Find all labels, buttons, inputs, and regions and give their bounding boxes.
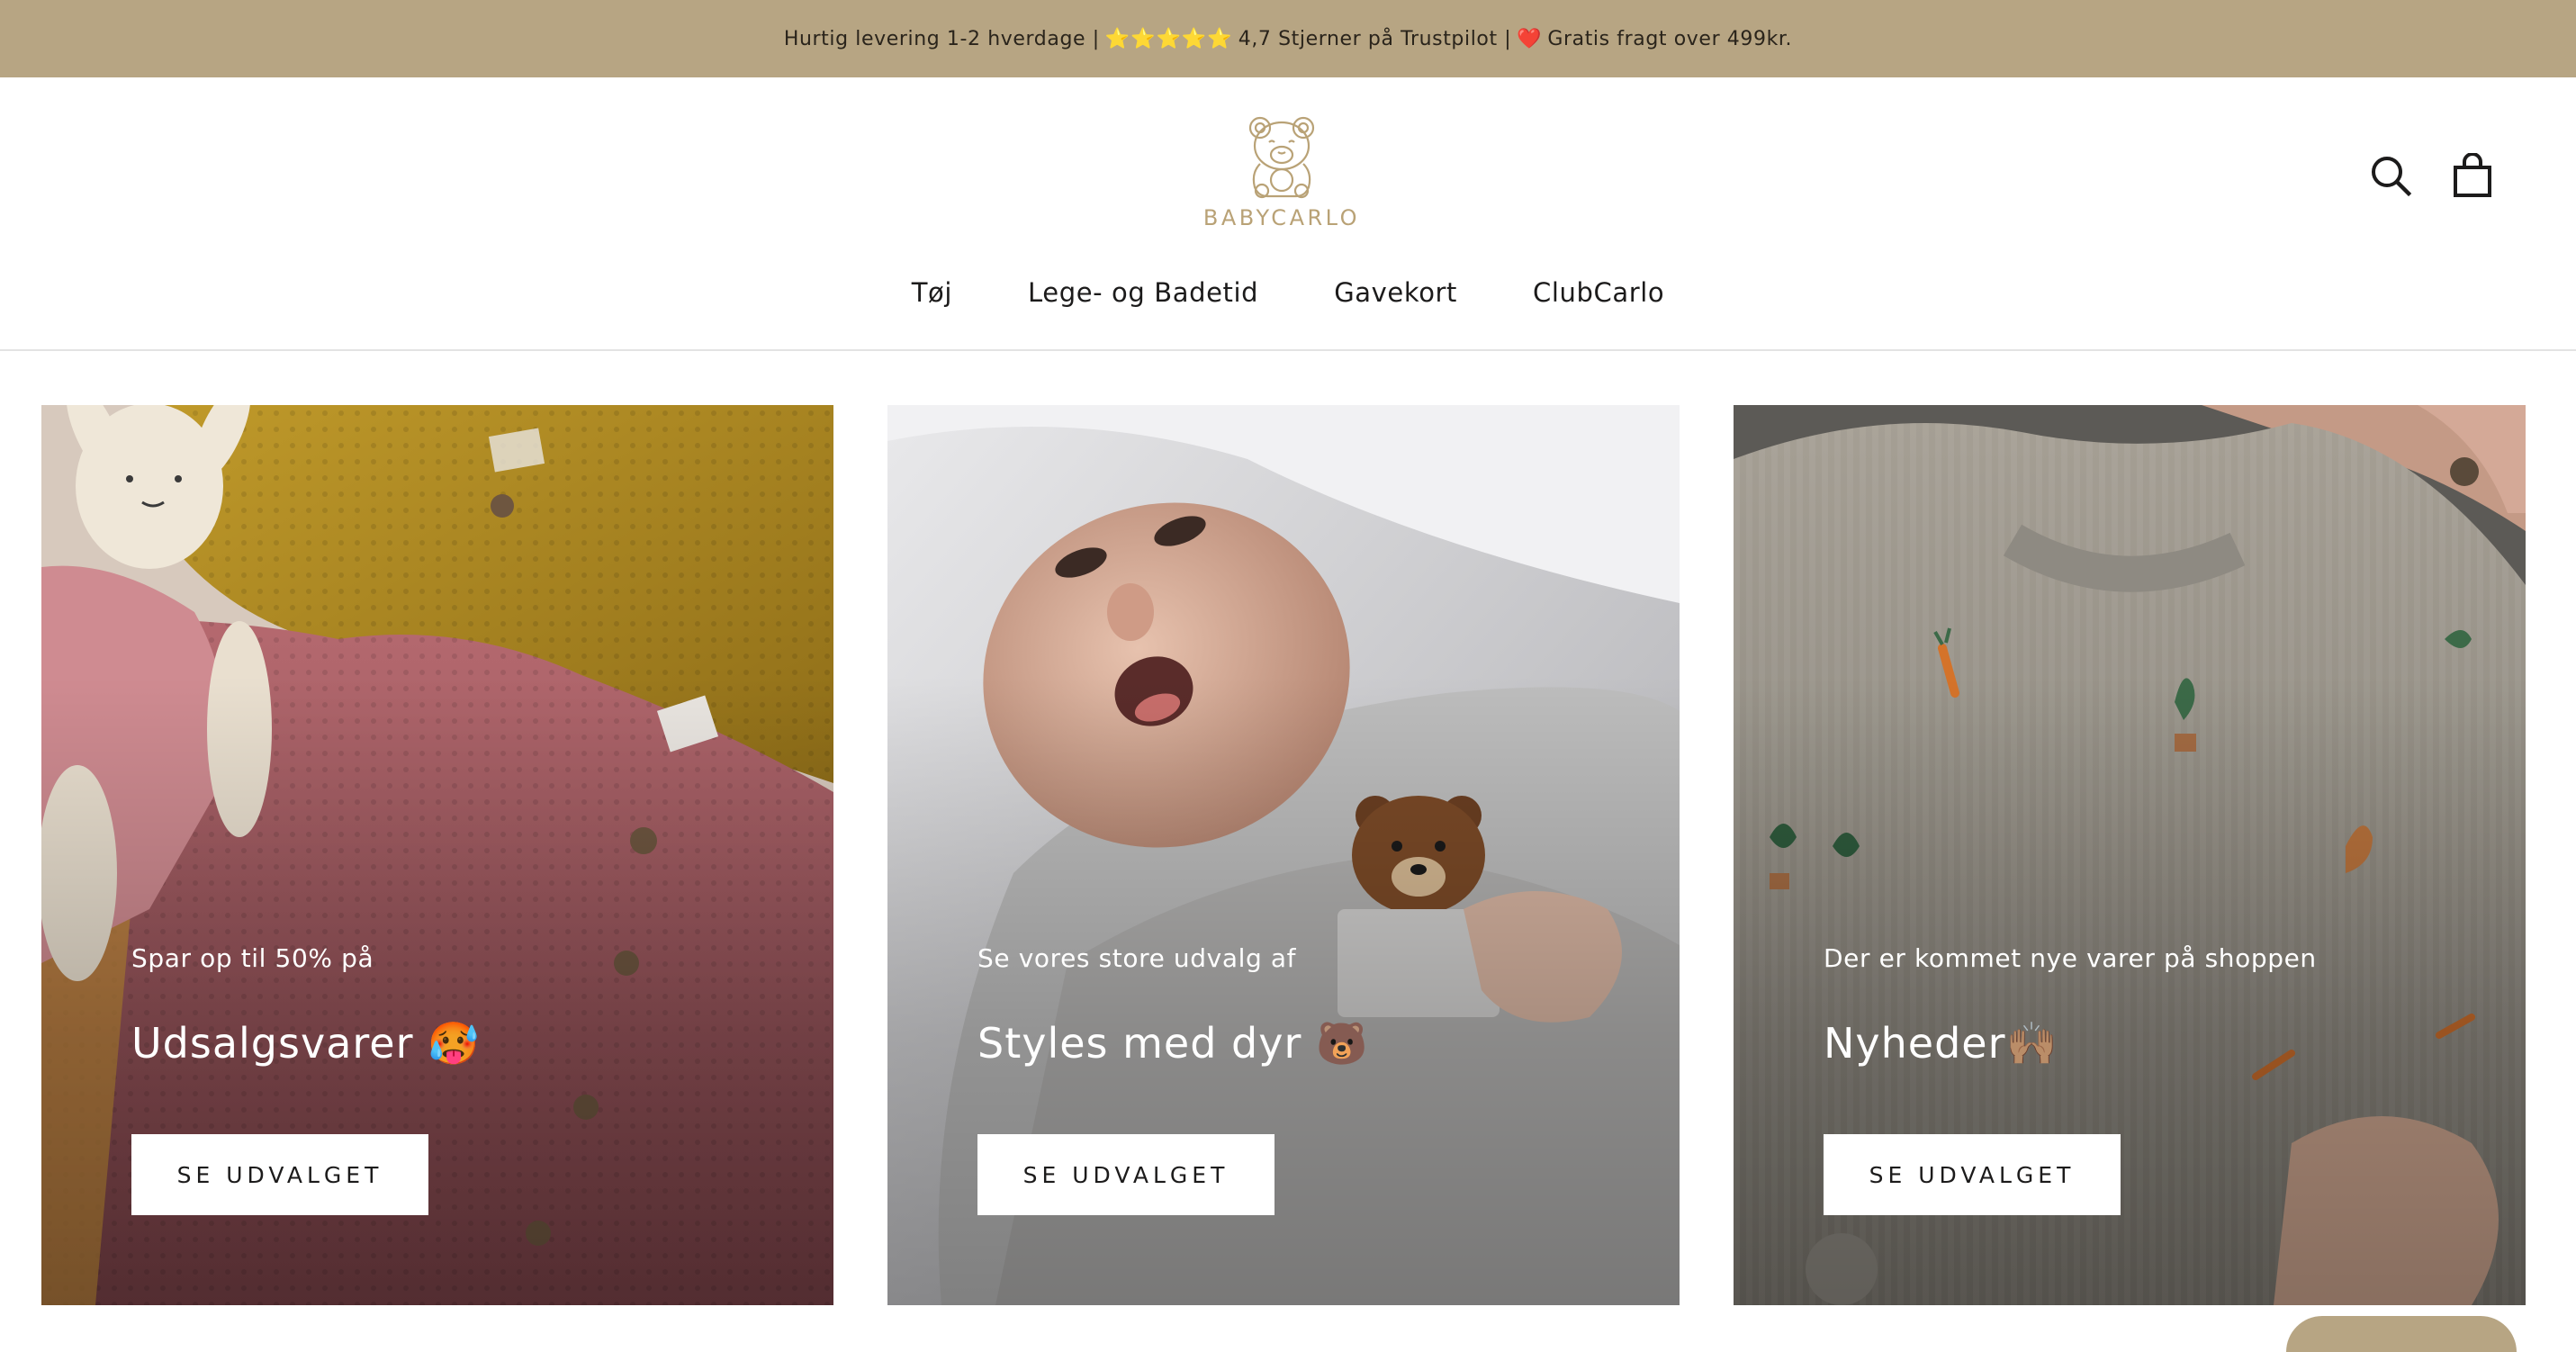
card-subtitle: Se vores store udvalg af xyxy=(977,943,1297,973)
see-selection-button[interactable]: SE UDVALGET xyxy=(977,1134,1274,1215)
brand-name: BABYCARLO xyxy=(1202,205,1361,230)
chat-widget-button[interactable] xyxy=(2286,1316,2517,1352)
see-selection-button[interactable]: SE UDVALGET xyxy=(1824,1134,2121,1215)
card-subtitle: Der er kommet nye varer på shoppen xyxy=(1824,943,2317,973)
teddy-bear-logo-icon xyxy=(1248,116,1315,199)
rating-stars-icon: ⭐⭐⭐⭐⭐ xyxy=(1104,27,1233,50)
see-selection-button[interactable]: SE UDVALGET xyxy=(131,1134,428,1215)
main-navigation: Tøj Lege- og Badetid Gavekort ClubCarlo xyxy=(0,277,2576,308)
heart-icon: ❤️ xyxy=(1517,27,1543,50)
shopping-bag-icon xyxy=(2454,153,2491,197)
announcement-trustpilot-text: 4,7 Stjerner på Trustpilot | xyxy=(1238,27,1512,50)
announcement-shipping-text: Gratis fragt over 499kr. xyxy=(1547,27,1793,50)
brand-logo[interactable]: BABYCARLO xyxy=(1198,112,1365,238)
search-button[interactable] xyxy=(2364,149,2417,202)
nav-item-gavekort[interactable]: Gavekort xyxy=(1334,277,1457,308)
promo-card-new-arrivals[interactable]: Der er kommet nye varer på shoppen Nyhed… xyxy=(1734,405,2526,1305)
announcement-delivery-text: Hurtig levering 1-2 hverdage | xyxy=(783,27,1100,50)
nav-item-lege-og-badetid[interactable]: Lege- og Badetid xyxy=(1028,277,1258,308)
nav-item-clubcarlo[interactable]: ClubCarlo xyxy=(1533,277,1664,308)
promo-card-sale[interactable]: Spar op til 50% på Udsalgsvarer 🥵 SE UDV… xyxy=(41,405,833,1305)
nav-item-toj[interactable]: Tøj xyxy=(912,277,952,308)
cart-button[interactable] xyxy=(2446,149,2499,202)
search-icon xyxy=(2372,157,2412,197)
promo-card-animal-styles[interactable]: Se vores store udvalg af Styles med dyr … xyxy=(887,405,1680,1305)
announcement-bar: Hurtig levering 1-2 hverdage | ⭐⭐⭐⭐⭐ 4,7… xyxy=(0,0,2576,77)
card-title: Styles med dyr 🐻 xyxy=(977,1019,1369,1068)
card-title: Nyheder🙌🏽 xyxy=(1824,1019,2058,1068)
site-header: BABYCARLO Tøj Lege- og Badetid Gavekort … xyxy=(0,77,2576,351)
card-subtitle: Spar op til 50% på xyxy=(131,943,374,973)
card-title: Udsalgsvarer 🥵 xyxy=(131,1019,481,1068)
